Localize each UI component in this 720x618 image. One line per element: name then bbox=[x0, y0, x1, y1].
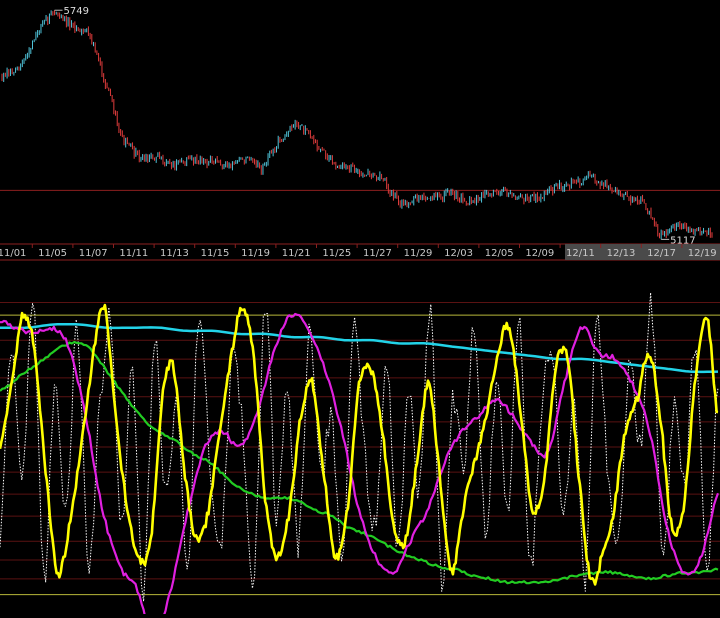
x-tick-label: 11/21 bbox=[282, 248, 311, 259]
chart-stage: 5749 5117 11/01 11/05 11/07 11/11 11/13 11/15 1… bbox=[0, 0, 720, 618]
x-tick-label: 11/11 bbox=[119, 248, 148, 259]
x-tick-label: 12/19 bbox=[688, 248, 717, 259]
x-tick-label: 12/05 bbox=[485, 248, 514, 259]
x-tick-label: 11/19 bbox=[241, 248, 270, 259]
oscillator-panel bbox=[0, 292, 720, 618]
x-tick-label: 11/05 bbox=[38, 248, 67, 259]
x-tick-label: 12/17 bbox=[647, 248, 676, 259]
x-tick-label: 11/07 bbox=[79, 248, 108, 259]
x-tick-label: 11/01 bbox=[0, 248, 26, 259]
x-tick-label: 12/13 bbox=[607, 248, 636, 259]
x-tick-label: 12/03 bbox=[444, 248, 473, 259]
price-panel: 57495117 bbox=[0, 6, 720, 246]
chart-svg: 57495117 11/01 11/05 11/07 11/11 11/13 11/15 1… bbox=[0, 6, 720, 618]
x-tick-label: 11/25 bbox=[322, 248, 351, 259]
x-tick-label: 11/15 bbox=[201, 248, 230, 259]
x-tick-label: 11/13 bbox=[160, 248, 189, 259]
x-tick-label: 11/29 bbox=[404, 248, 433, 259]
high-label: 5749 bbox=[64, 6, 89, 17]
x-tick-label: 12/11 bbox=[566, 248, 595, 259]
x-tick-label: 11/27 bbox=[363, 248, 392, 259]
x-tick-label: 12/09 bbox=[525, 248, 554, 259]
x-axis: 11/01 11/05 11/07 11/11 11/13 11/15 11/19 11/21… bbox=[0, 243, 720, 261]
series-yellow-line bbox=[0, 303, 719, 586]
